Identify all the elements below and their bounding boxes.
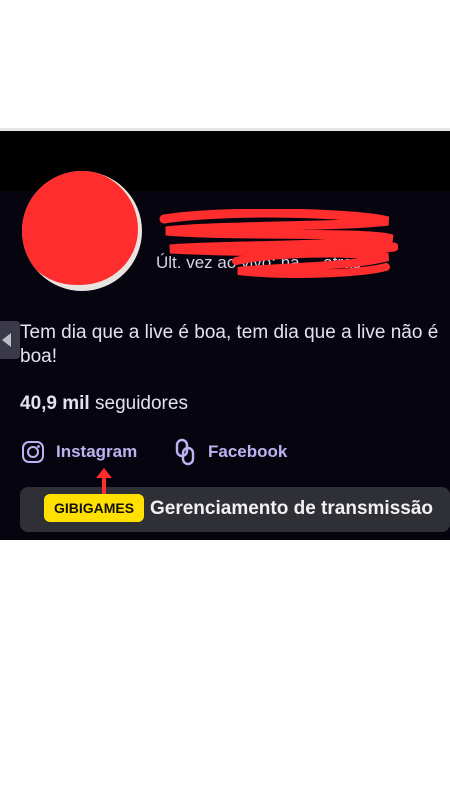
- followers-number: 40,9 mil: [20, 393, 90, 414]
- profile-bio: Tem dia que a live é boa, tem dia que a …: [20, 322, 439, 367]
- instagram-link[interactable]: Instagram: [20, 437, 137, 467]
- broadcast-management-label: Gerenciamento de transmissão: [150, 498, 433, 519]
- status-redaction: [232, 249, 390, 278]
- chevron-left-icon: [2, 333, 11, 347]
- avatar[interactable]: [22, 171, 142, 291]
- instagram-icon: [20, 439, 46, 465]
- annotation-badge: GIBIGAMES: [44, 494, 144, 522]
- facebook-link[interactable]: Facebook: [172, 437, 287, 467]
- followers-label: seguidores: [95, 393, 188, 414]
- facebook-label: Facebook: [208, 442, 288, 461]
- collapse-handle[interactable]: [0, 321, 20, 359]
- followers-count: 40,9 mil seguidores: [20, 393, 188, 415]
- avatar-redaction: [22, 171, 138, 285]
- arrow-up-icon: [96, 468, 112, 494]
- link-icon: [172, 438, 198, 466]
- instagram-label: Instagram: [56, 442, 138, 461]
- profile-card: Últ. vez ao vivo: há ... atrás Tem dia q…: [0, 131, 450, 540]
